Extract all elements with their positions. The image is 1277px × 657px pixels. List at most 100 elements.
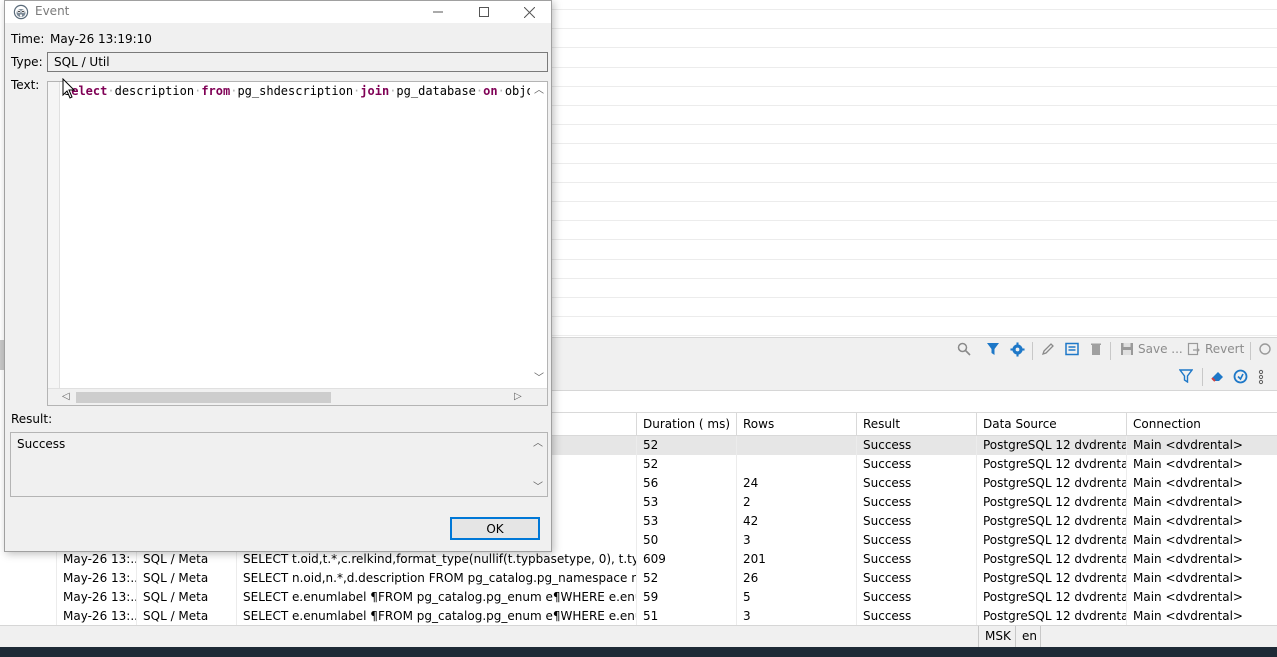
cell-time: May-26 13:... (56, 607, 136, 626)
delete-trash-icon[interactable] (1090, 342, 1102, 356)
cell-rows: 3 (736, 607, 856, 626)
cell-duration: 50 (636, 531, 736, 550)
column-header-connection[interactable]: Connection (1126, 413, 1277, 437)
taskbar (0, 647, 1277, 657)
table-row[interactable]: May-26 13:... SQL / Meta SELECT t.oid,t.*,… (56, 550, 1277, 569)
locale-indicator[interactable]: en (1015, 626, 1043, 648)
scroll-left-icon[interactable]: ◁ (62, 392, 70, 402)
cell-connection: Main <dvdrental> (1126, 550, 1277, 569)
revert-icon (1187, 342, 1200, 356)
cell-result: Success (856, 474, 976, 493)
cell-result: Success (856, 550, 976, 569)
scroll-down-icon[interactable]: ﹀ (534, 374, 544, 384)
minimize-icon (433, 11, 443, 13)
text-label: Text: (11, 78, 40, 92)
cell-type: SQL / Meta (136, 569, 236, 588)
save-label: Save ... (1138, 342, 1183, 356)
panel-icon[interactable] (1065, 342, 1079, 356)
cell-duration: 609 (636, 550, 736, 569)
sql-token: · (107, 84, 115, 98)
cell-duration: 53 (636, 493, 736, 512)
cell-duration: 53 (636, 512, 736, 531)
scroll-up-icon[interactable]: ︿ (534, 86, 544, 96)
scroll-right-icon[interactable]: ▷ (514, 392, 522, 402)
table-row[interactable]: May-26 13:... SQL / Meta SELECT e.enumlabe… (56, 607, 1277, 626)
cell-result: Success (856, 531, 976, 550)
sql-text-editor[interactable]: select·description·from·pg_shdescription… (47, 81, 548, 406)
cell-rows (736, 436, 856, 455)
maximize-button[interactable] (461, 1, 507, 23)
cell-result: Success (856, 569, 976, 588)
cell-duration: 52 (636, 569, 736, 588)
table-row[interactable]: May-26 13:... SQL / Meta SELECT e.enumlabe… (56, 588, 1277, 607)
cell-text: SELECT n.oid,n.*,d.description FROM pg_c… (236, 569, 636, 588)
column-header-result[interactable]: Result (856, 413, 976, 437)
result-scroll-down-icon[interactable]: ﹀ (533, 483, 543, 493)
sql-token: on (483, 84, 498, 98)
cell-data-source: PostgreSQL 12 dvdrental (976, 588, 1126, 607)
cell-data-source: PostgreSQL 12 dvdrental (976, 569, 1126, 588)
horizontal-scrollbar[interactable]: ◁ ▷ (48, 388, 547, 405)
cell-result: Success (856, 493, 976, 512)
sql-token: description (114, 84, 195, 98)
sql-token: · (497, 84, 505, 98)
cell-connection: Main <dvdrental> (1126, 531, 1277, 550)
time-label: Time: (11, 32, 45, 46)
column-header-duration[interactable]: Duration ( ms) (636, 413, 736, 437)
settings-gear-icon[interactable] (1010, 342, 1025, 357)
cell-text: SELECT t.oid,t.*,c.relkind,format_type(n… (236, 550, 636, 569)
event-dialog: Event Time: May-26 13:19:10 Type: SQL / … (4, 0, 552, 552)
result-field[interactable]: Success ︿ ﹀ (10, 432, 548, 497)
refresh-icon (1259, 343, 1271, 355)
sql-token: join (360, 84, 390, 98)
cell-duration: 56 (636, 474, 736, 493)
cell-connection: Main <dvdrental> (1126, 607, 1277, 626)
cell-result: Success (856, 455, 976, 474)
more-options-icon[interactable] (1258, 369, 1264, 385)
cell-type: SQL / Meta (136, 607, 236, 626)
close-button[interactable] (506, 1, 552, 23)
cell-duration: 51 (636, 607, 736, 626)
column-header-rows[interactable]: Rows (736, 413, 856, 437)
dialog-titlebar[interactable]: Event (5, 1, 551, 23)
cell-connection: Main <dvdrental> (1126, 569, 1277, 588)
table-row[interactable]: May-26 13:... SQL / Meta SELECT n.oid,n.*,… (56, 569, 1277, 588)
save-button[interactable]: Save ... (1120, 342, 1183, 356)
sync-icon[interactable] (1233, 369, 1248, 384)
sql-token: from (201, 84, 231, 98)
result-scroll-up-icon[interactable]: ︿ (533, 439, 543, 449)
cell-rows: 3 (736, 531, 856, 550)
result-label: Result: (11, 412, 53, 426)
filter-icon[interactable] (986, 342, 1000, 356)
refresh-button[interactable]: R (1258, 342, 1277, 356)
column-header-data-source[interactable]: Data Source (976, 413, 1126, 437)
cell-type: SQL / Meta (136, 588, 236, 607)
sql-code-line: select·description·from·pg_shdescription… (64, 84, 547, 98)
cell-data-source: PostgreSQL 12 dvdrental (976, 531, 1126, 550)
background-grid (552, 0, 1277, 336)
query-manager-toolbar-secondary (552, 363, 1277, 391)
cell-duration: 52 (636, 455, 736, 474)
filter-funnel-icon[interactable] (1179, 369, 1193, 383)
cell-result: Success (856, 588, 976, 607)
cell-connection: Main <dvdrental> (1126, 436, 1277, 455)
cell-duration: 59 (636, 588, 736, 607)
ok-button[interactable]: OK (450, 517, 540, 540)
vertical-scrollbar[interactable]: ︿ ﹀ (530, 82, 547, 389)
edit-pencil-icon[interactable] (1041, 342, 1055, 356)
timezone-indicator[interactable]: MSK (978, 626, 1017, 648)
dbeaver-logo-icon (13, 4, 29, 20)
dialog-title: Event (35, 4, 70, 18)
search-icon[interactable] (957, 342, 971, 356)
mouse-cursor-icon (62, 78, 76, 99)
type-field[interactable]: SQL / Util (47, 52, 548, 72)
horizontal-scroll-thumb[interactable] (76, 392, 331, 403)
cell-result: Success (856, 436, 976, 455)
minimize-button[interactable] (415, 1, 461, 23)
revert-button[interactable]: Revert (1187, 342, 1244, 356)
cell-data-source: PostgreSQL 12 dvdrental (976, 474, 1126, 493)
editor-gutter (48, 82, 60, 389)
eraser-icon[interactable] (1210, 369, 1225, 383)
cell-data-source: PostgreSQL 12 dvdrental (976, 512, 1126, 531)
cell-connection: Main <dvdrental> (1126, 512, 1277, 531)
